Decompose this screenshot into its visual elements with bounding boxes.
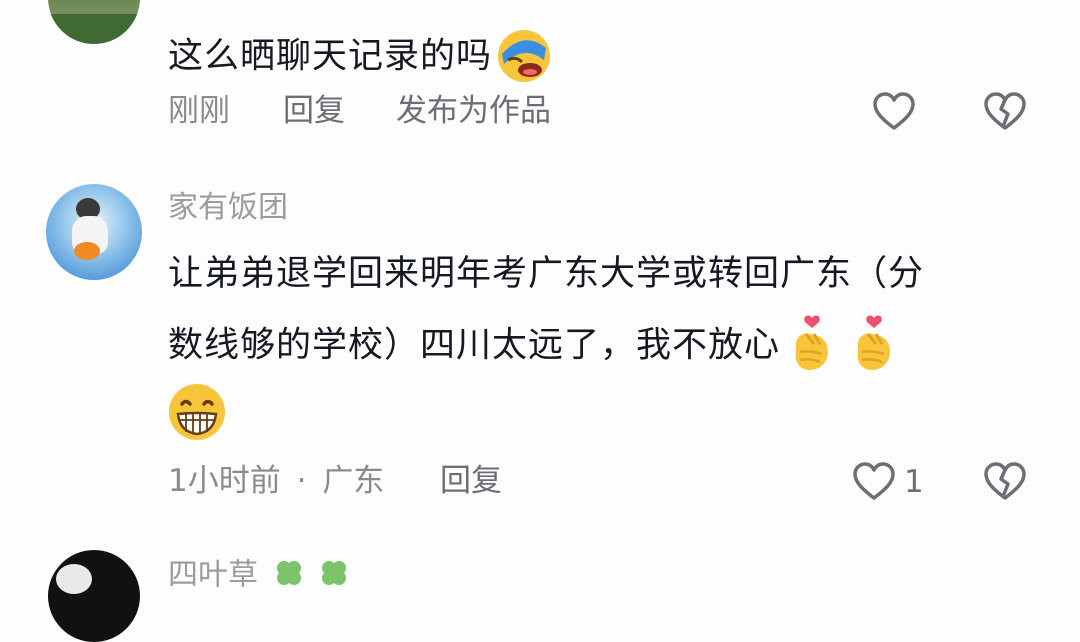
reply-button[interactable]: 回复	[283, 96, 345, 127]
like-count: 1	[904, 464, 924, 500]
comment-time: 刚刚	[168, 93, 230, 129]
comment-location: 广东	[322, 463, 385, 499]
facepalm-laugh-emoji	[494, 24, 554, 91]
comment-text-line-1: 让弟弟退学回来明年考广东大学或转回广东（分	[168, 254, 925, 294]
finger-heart-emoji	[846, 314, 902, 379]
meta-separator: ·	[296, 463, 307, 499]
grinning-emoji	[166, 382, 228, 446]
avatar[interactable]	[48, 0, 140, 44]
comment-text-line-2: 数线够的学校）四川太远了，我不放心	[168, 314, 902, 379]
heart-outline-icon[interactable]	[852, 462, 896, 506]
clover-emoji	[317, 556, 351, 596]
broken-heart-icon[interactable]	[983, 92, 1027, 136]
finger-heart-emoji	[784, 314, 840, 379]
reply-button[interactable]: 回复	[440, 466, 502, 497]
comment-username[interactable]: 家有饭团	[168, 193, 288, 223]
publish-as-work-button[interactable]: 发布为作品	[396, 96, 551, 127]
heart-outline-icon[interactable]	[872, 92, 916, 136]
clover-emoji	[272, 556, 306, 596]
comment-text: 这么晒聊天记录的吗	[168, 24, 554, 91]
avatar[interactable]	[48, 550, 140, 642]
comment-username[interactable]: 四叶草	[168, 556, 351, 596]
broken-heart-icon[interactable]	[983, 462, 1027, 506]
avatar[interactable]	[46, 184, 142, 280]
comment-time: 1小时前 · 广东	[168, 463, 385, 499]
